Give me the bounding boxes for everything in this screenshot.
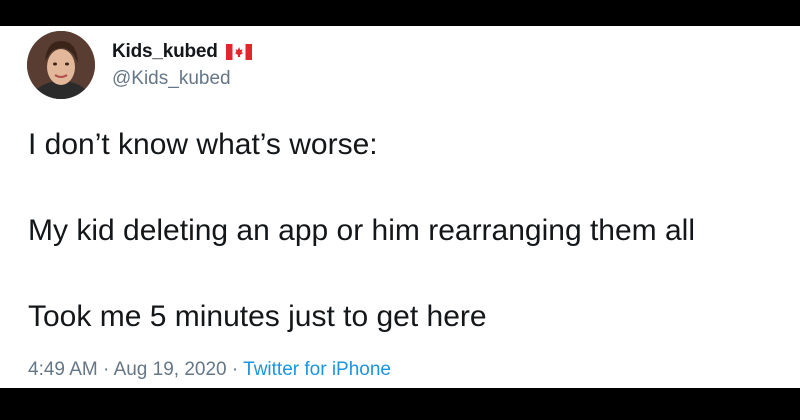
user-info: Kids_kubed @Kids_kubed bbox=[112, 39, 252, 90]
meta-separator-2: · bbox=[226, 359, 244, 380]
avatar[interactable] bbox=[27, 31, 95, 99]
tweet-card: Kids_kubed @Kids_kubed I don’t know what… bbox=[0, 26, 800, 388]
user-handle[interactable]: @Kids_kubed bbox=[112, 68, 252, 90]
tweet-source-link[interactable]: Twitter for iPhone bbox=[243, 359, 391, 380]
canada-flag-icon bbox=[225, 44, 252, 60]
display-name[interactable]: Kids_kubed bbox=[112, 41, 218, 63]
display-name-row: Kids_kubed bbox=[112, 39, 252, 65]
tweet-time[interactable]: 4:49 AM bbox=[28, 359, 98, 380]
meta-separator-1: · bbox=[97, 359, 114, 380]
tweet-text-line-3: Took me 5 minutes just to get here bbox=[28, 300, 487, 333]
tweet-text-line-1: I don’t know what’s worse: bbox=[28, 128, 378, 161]
tweet-meta: 4:49 AM · Aug 19, 2020 · Twitter for iPh… bbox=[28, 359, 391, 381]
tweet-date[interactable]: Aug 19, 2020 bbox=[114, 359, 227, 380]
tweet-text-line-2: My kid deleting an app or him rearrangin… bbox=[28, 214, 696, 247]
screenshot-frame: Kids_kubed @Kids_kubed I don’t know what… bbox=[0, 0, 800, 420]
